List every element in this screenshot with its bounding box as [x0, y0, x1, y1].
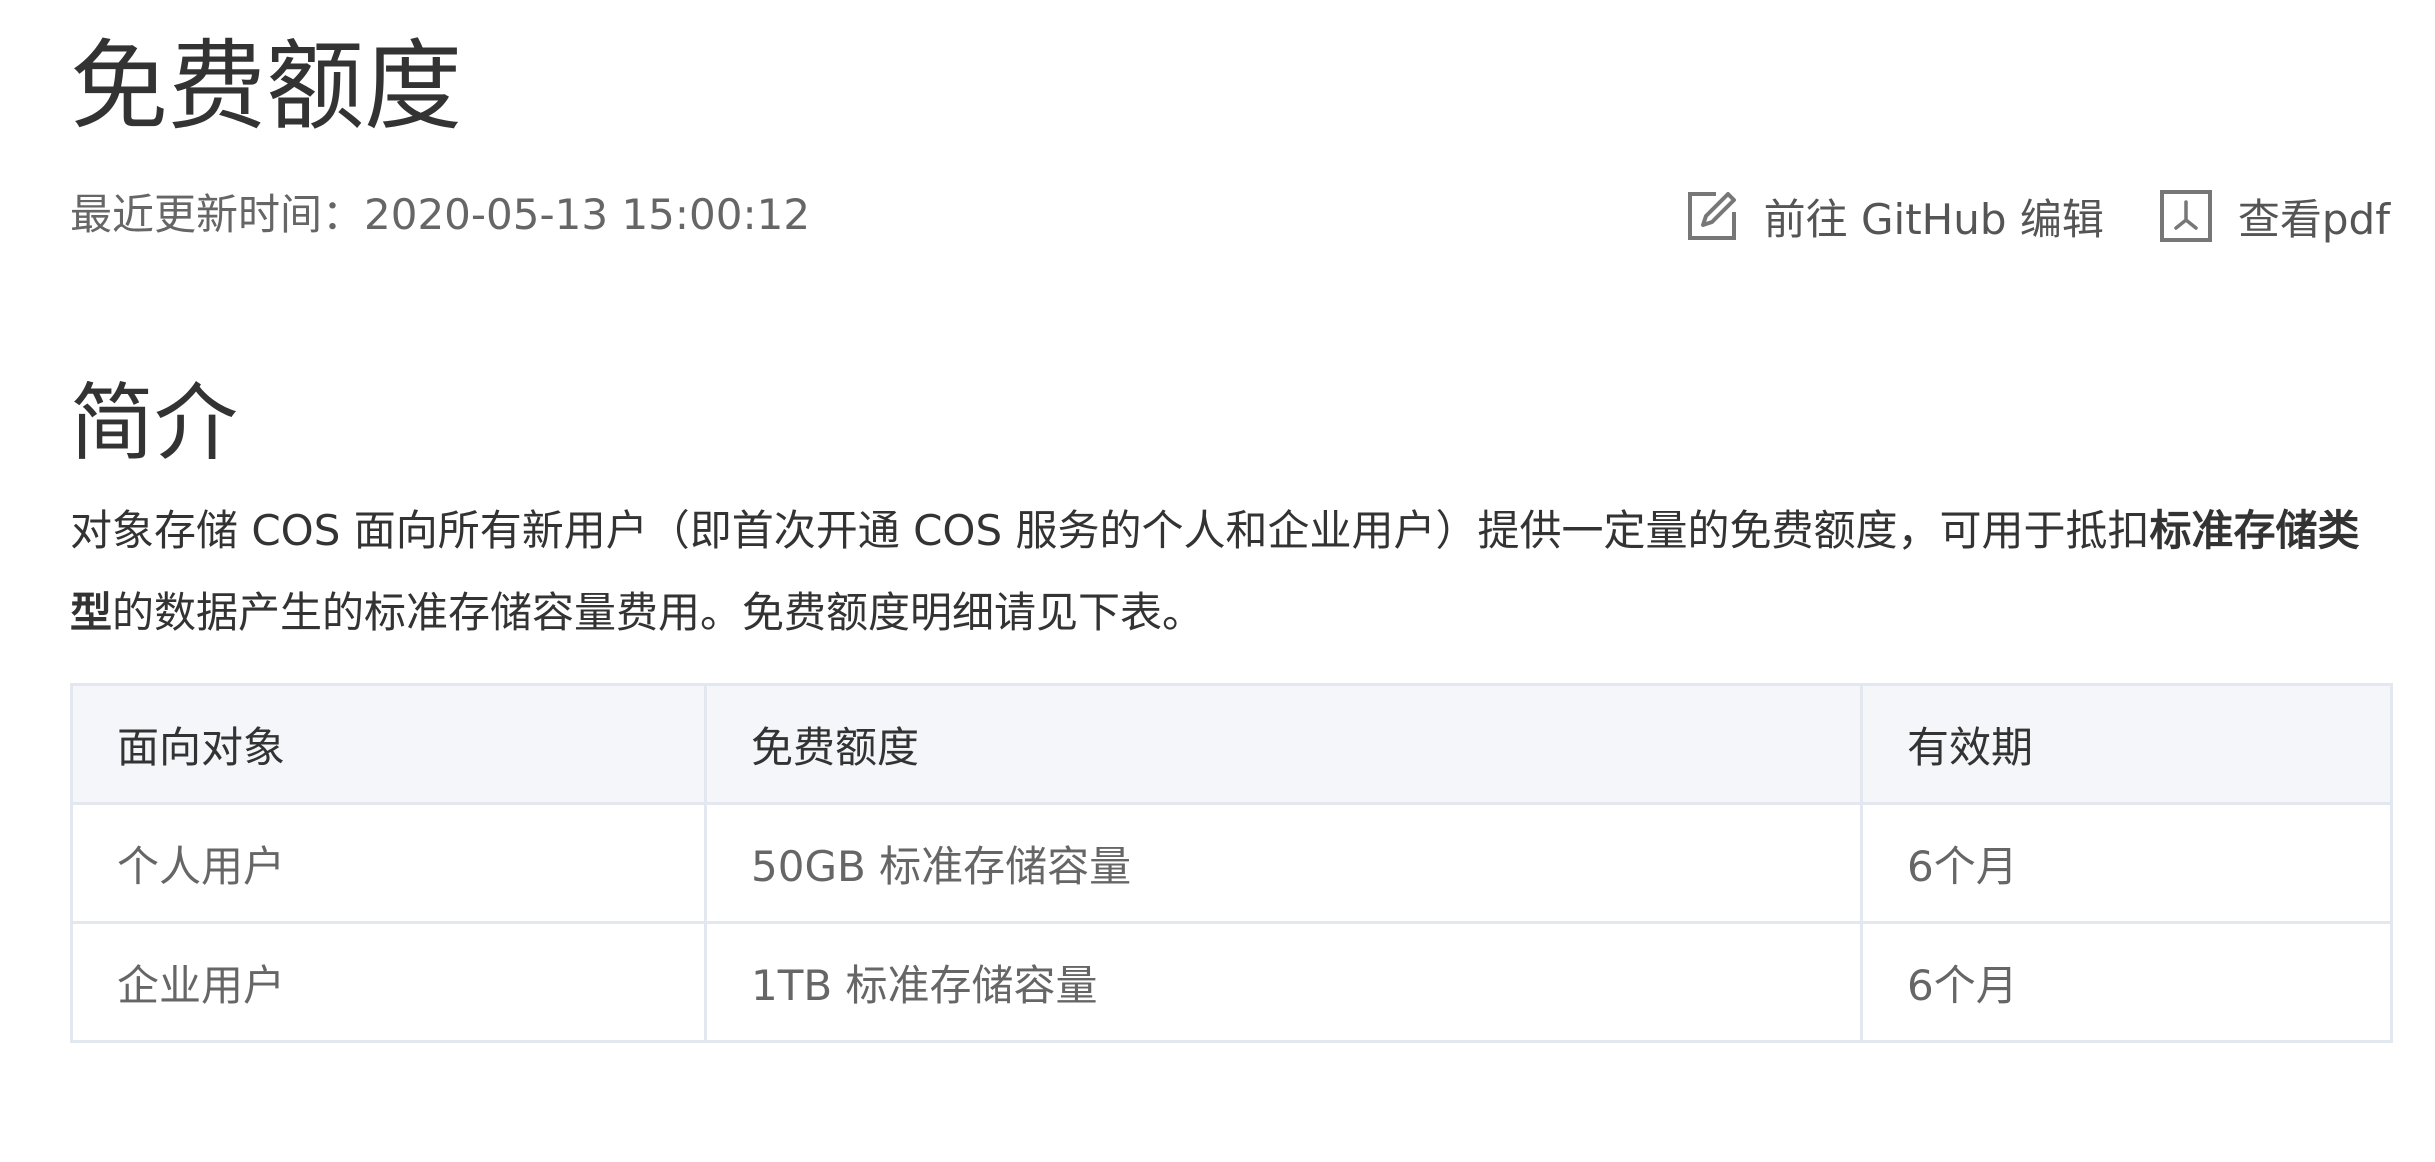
edit-icon — [1686, 190, 1738, 242]
column-header-quota: 免费额度 — [704, 683, 1863, 805]
last-updated: 最近更新时间：2020-05-13 15:00:12 — [70, 190, 810, 240]
free-quota-table: 面向对象 免费额度 有效期 个人用户 50GB 标准存储容量 6个月 企业用户 … — [70, 683, 2393, 1043]
meta-row: 最近更新时间：2020-05-13 15:00:12 前往 GitHub 编辑 — [70, 180, 2390, 250]
table-cell-validity: 6个月 — [1860, 921, 2393, 1043]
intro-text-end: 的数据产生的标准存储容量费用。免费额度明细请见下表。 — [112, 588, 1205, 637]
table-row: 企业用户 1TB 标准存储容量 6个月 — [70, 921, 2393, 1043]
column-header-validity: 有效期 — [1860, 683, 2393, 805]
last-updated-label: 最近更新时间： — [70, 190, 365, 239]
table-cell-validity: 6个月 — [1860, 802, 2393, 924]
table-cell-quota: 1TB 标准存储容量 — [704, 921, 1863, 1043]
intro-text: 对象存储 COS 面向所有新用户（即首次开通 COS 服务的个人和企业用户）提供… — [70, 506, 2150, 555]
table-header-row: 面向对象 免费额度 有效期 — [70, 683, 2393, 805]
edit-on-github-link[interactable]: 前往 GitHub 编辑 — [1686, 186, 2104, 247]
edit-on-github-label: 前往 GitHub 编辑 — [1763, 194, 2104, 244]
intro-paragraph: 对象存储 COS 面向所有新用户（即首次开通 COS 服务的个人和企业用户）提供… — [70, 490, 2390, 654]
table-row: 个人用户 50GB 标准存储容量 6个月 — [70, 802, 2393, 924]
table-cell-quota: 50GB 标准存储容量 — [704, 802, 1863, 924]
page-title: 免费额度 — [70, 30, 463, 144]
view-pdf-label: 查看pdf — [2237, 194, 2390, 244]
column-header-target: 面向对象 — [70, 683, 707, 805]
pdf-icon — [2159, 190, 2212, 242]
table-cell-target: 个人用户 — [70, 802, 707, 924]
last-updated-value: 2020-05-13 15:00:12 — [364, 190, 811, 239]
section-heading: 简介 — [70, 374, 239, 472]
page-actions: 前往 GitHub 编辑 查看pdf — [1686, 188, 2390, 244]
view-pdf-link[interactable]: 查看pdf — [2159, 186, 2390, 247]
table-cell-target: 企业用户 — [70, 921, 707, 1043]
